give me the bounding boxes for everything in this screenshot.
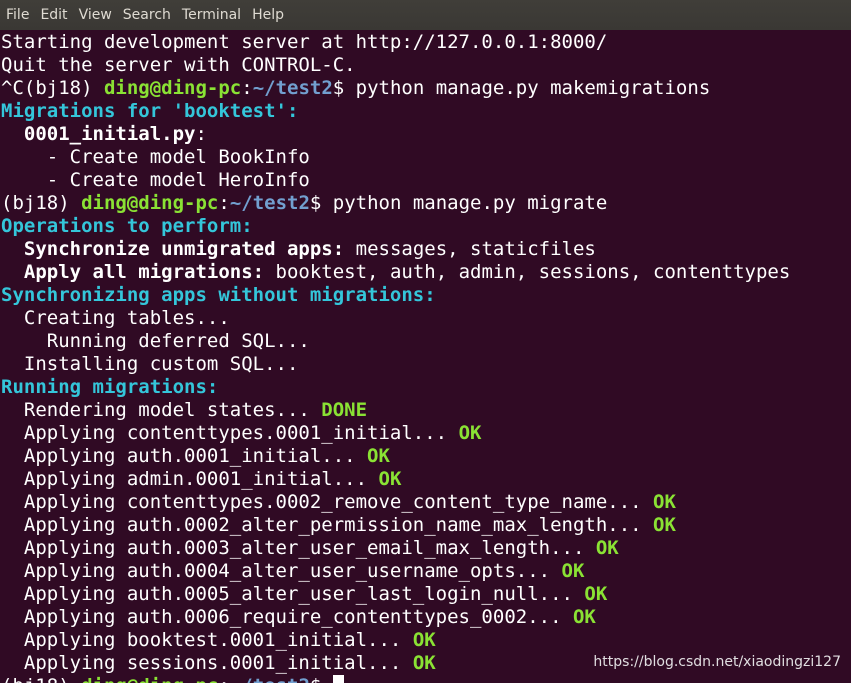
terminal-text: OK [412, 652, 436, 674]
terminal-line: Quit the server with CONTROL-C. [0, 54, 851, 77]
terminal-text: Applying auth.0004_alter_user_username_o… [1, 560, 562, 582]
terminal-text: Installing custom SQL... [1, 353, 299, 375]
terminal-text: Applying booktest.0001_initial... [1, 629, 413, 651]
terminal-text: OK [367, 445, 390, 467]
terminal-text: messages, staticfiles [344, 238, 596, 260]
terminal-text: - Create model HeroInfo [1, 169, 310, 191]
menu-terminal[interactable]: Terminal [177, 0, 246, 30]
terminal-text: Applying auth.0006_require_contenttypes_… [1, 606, 573, 628]
menu-search[interactable]: Search [118, 0, 176, 30]
terminal-text: : [218, 675, 229, 683]
menu-view[interactable]: View [74, 0, 117, 30]
terminal-text: booktest, auth, admin, sessions, content… [264, 261, 791, 283]
terminal-text: Operations to perform: [1, 215, 253, 237]
watermark: https://blog.csdn.net/xiaodingzi127 [593, 654, 841, 670]
terminal-text: - Create model BookInfo [1, 146, 310, 168]
terminal-text: OK [561, 560, 585, 582]
terminal-line: Running migrations: [0, 376, 851, 399]
cursor-block [332, 675, 344, 683]
terminal-text: 0001_initial.py [23, 123, 196, 145]
terminal-text: ~/test2 [230, 675, 310, 683]
terminal-line: Applying booktest.0001_initial... OK [0, 629, 851, 652]
terminal-text: Synchronizing apps without migrations: [1, 284, 436, 306]
terminal-text: OK [412, 629, 436, 651]
terminal-text: OK [653, 514, 676, 536]
terminal-text: (bj18) [1, 192, 82, 214]
terminal-line: Synchronize unmigrated apps: messages, s… [0, 238, 851, 261]
terminal-line: Installing custom SQL... [0, 353, 851, 376]
terminal-line: Creating tables... [0, 307, 851, 330]
terminal-text: ding@ding-pc [103, 77, 242, 99]
menu-bar: File Edit View Search Terminal Help [0, 0, 851, 30]
terminal-text: $ python manage.py makemigrations [332, 77, 711, 99]
terminal-text: OK [584, 583, 608, 605]
terminal-text: Applying admin.0001_initial... [1, 468, 379, 490]
terminal-text: ~/test2 [252, 77, 333, 99]
terminal-line: Applying auth.0002_alter_permission_name… [0, 514, 851, 537]
terminal-text: OK [572, 606, 596, 628]
terminal-text: OK [653, 491, 676, 513]
terminal-text: ^C(bj18) [1, 77, 104, 99]
terminal-text: OK [458, 422, 482, 444]
terminal-text: Applying auth.0001_initial... [1, 445, 368, 467]
terminal-line: - Create model BookInfo [0, 146, 851, 169]
terminal-line: ^C(bj18) ding@ding-pc:~/test2$ python ma… [0, 77, 851, 100]
terminal-line: Applying auth.0005_alter_user_last_login… [0, 583, 851, 606]
terminal-text: Synchronize unmigrated apps: [23, 238, 345, 260]
terminal-line: Applying contenttypes.0001_initial... OK [0, 422, 851, 445]
terminal-text: $ [310, 675, 333, 683]
terminal-text: (bj18) [1, 675, 81, 683]
terminal-text: Starting development server at http://12… [1, 31, 608, 53]
terminal-text: : [218, 192, 230, 214]
terminal-text: Migrations for 'booktest': [1, 100, 299, 122]
terminal-text: Rendering model states... [1, 399, 322, 421]
terminal-line: Migrations for 'booktest': [0, 100, 851, 123]
terminal-text: Applying auth.0002_alter_permission_name… [1, 514, 654, 536]
terminal-text: : [195, 123, 207, 145]
terminal-line: (bj18) ding@ding-pc:~/test2$ [0, 675, 851, 683]
terminal-line: Apply all migrations: booktest, auth, ad… [0, 261, 851, 284]
terminal-line: Running deferred SQL... [0, 330, 851, 353]
menu-help[interactable]: Help [247, 0, 289, 30]
terminal-text: OK [595, 537, 619, 559]
menu-edit[interactable]: Edit [35, 0, 72, 30]
terminal-line: - Create model HeroInfo [0, 169, 851, 192]
terminal-text: : [241, 77, 253, 99]
terminal-output[interactable]: Starting development server at http://12… [0, 31, 851, 683]
terminal-line: Applying admin.0001_initial... OK [0, 468, 851, 491]
terminal-text: Running migrations: [1, 376, 219, 398]
terminal-line: Starting development server at http://12… [0, 31, 851, 54]
terminal-line: Applying auth.0003_alter_user_email_max_… [0, 537, 851, 560]
terminal-text: OK [378, 468, 402, 490]
terminal-text: Applying contenttypes.0002_remove_conten… [1, 491, 654, 513]
terminal-line: Synchronizing apps without migrations: [0, 284, 851, 307]
terminal-line: Operations to perform: [0, 215, 851, 238]
terminal-text: Applying auth.0005_alter_user_last_login… [1, 583, 585, 605]
terminal-line: 0001_initial.py: [0, 123, 851, 146]
terminal-line: Rendering model states... DONE [0, 399, 851, 422]
menu-file[interactable]: File [1, 0, 34, 30]
terminal-line: (bj18) ding@ding-pc:~/test2$ python mana… [0, 192, 851, 215]
terminal-text: Creating tables... [1, 307, 230, 329]
terminal-text: DONE [321, 399, 368, 421]
terminal-line: Applying auth.0001_initial... OK [0, 445, 851, 468]
terminal-text: Applying contenttypes.0001_initial... [1, 422, 459, 444]
terminal-text: ~/test2 [229, 192, 310, 214]
terminal-text: Running deferred SQL... [1, 330, 310, 352]
terminal-text: Apply all migrations: [23, 261, 265, 283]
terminal-text: Applying sessions.0001_initial... [1, 652, 413, 674]
terminal-text: ding@ding-pc [81, 675, 218, 683]
terminal-text: $ python manage.py migrate [309, 192, 608, 214]
terminal-line: Applying auth.0006_require_contenttypes_… [0, 606, 851, 629]
terminal-text: ding@ding-pc [81, 192, 219, 214]
terminal-line: Applying contenttypes.0002_remove_conten… [0, 491, 851, 514]
terminal-text: Quit the server with CONTROL-C. [1, 54, 356, 76]
terminal-line: Applying auth.0004_alter_user_username_o… [0, 560, 851, 583]
terminal-text: Applying auth.0003_alter_user_email_max_… [1, 537, 596, 559]
